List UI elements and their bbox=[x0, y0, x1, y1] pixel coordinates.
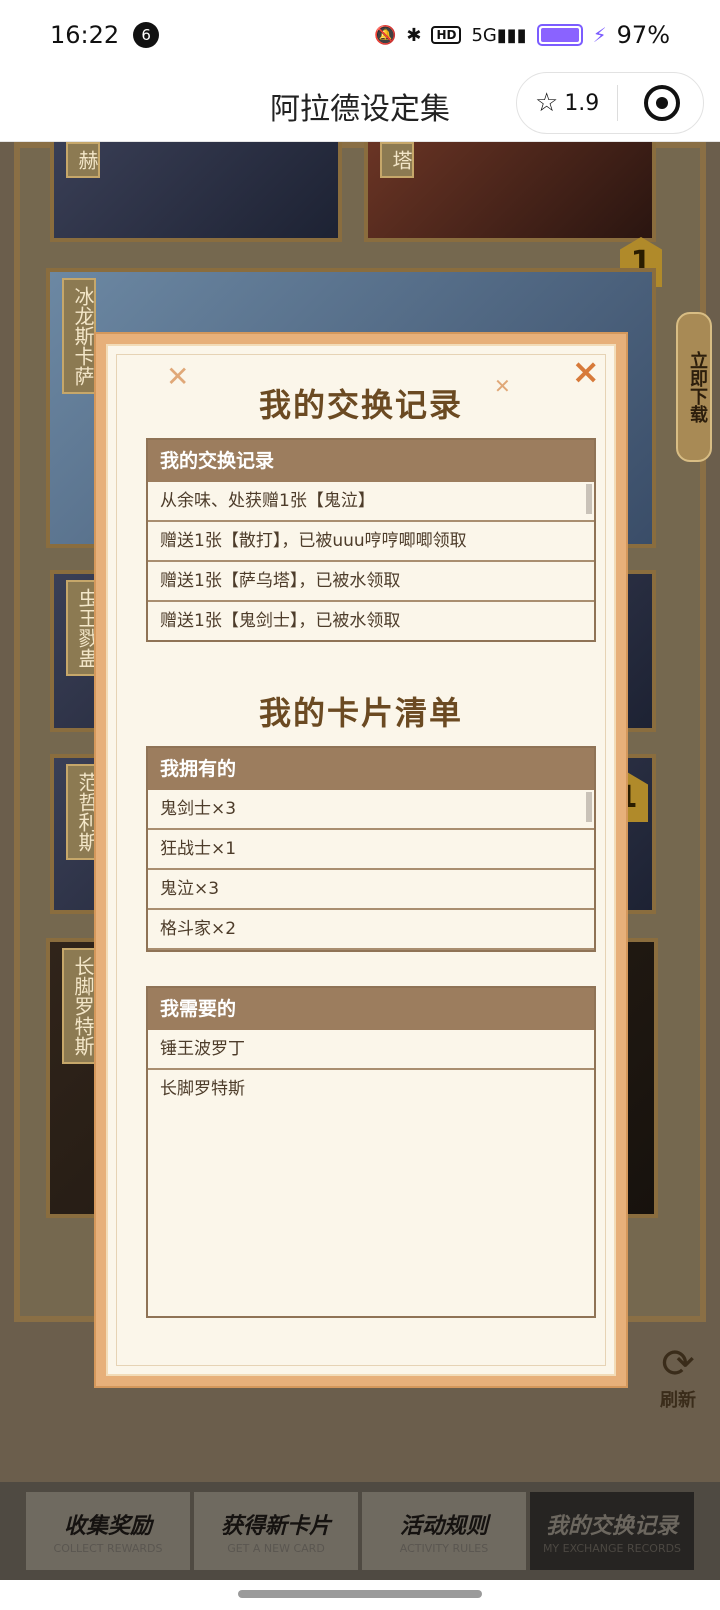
owned-card-row: 格斗家×2 bbox=[148, 910, 594, 950]
modal-content: ✕ ✕ × 我的交换记录 我的交换记录 从余味、处获赠1张【鬼泣】 赠送1张【散… bbox=[106, 344, 616, 1376]
home-indicator[interactable] bbox=[238, 1590, 482, 1598]
owned-card-row: 狂战士×1 bbox=[148, 830, 594, 870]
record-row: 赠送1张【鬼剑士】，已被水领取 bbox=[148, 602, 594, 640]
owned-card-row: 鬼泣×3 bbox=[148, 870, 594, 910]
card-name-label: 冰龙斯卡萨 bbox=[62, 278, 96, 394]
card-name-label: 塔 bbox=[380, 142, 414, 178]
capsule-divider bbox=[617, 85, 619, 121]
needed-cards-panel[interactable]: 我需要的 锤王波罗丁 长脚罗特斯 bbox=[146, 986, 596, 1318]
charging-icon: ⚡ bbox=[592, 23, 607, 47]
nav-sublabel: ACTIVITY RULES bbox=[399, 1541, 489, 1555]
owned-card-row: 鬼剑士×3 bbox=[148, 790, 594, 830]
refresh-label: 刷新 bbox=[660, 1390, 696, 1411]
mute-bell-icon: 🔕 bbox=[373, 24, 397, 46]
collect-rewards-button[interactable]: 收集奖励 COLLECT REWARDS bbox=[26, 1492, 190, 1570]
card-1[interactable]: 赫 bbox=[50, 142, 342, 242]
owned-panel-header: 我拥有的 bbox=[148, 748, 594, 790]
battery-percent: 97% bbox=[616, 21, 670, 49]
clock: 16:22 bbox=[50, 21, 120, 49]
needed-card-row: 长脚罗特斯 bbox=[160, 1079, 245, 1099]
hd-icon: HD bbox=[431, 26, 462, 44]
get-new-card-button[interactable]: 获得新卡片 GET A NEW CARD bbox=[194, 1492, 358, 1570]
nav-sublabel: MY EXCHANGE RECORDS bbox=[542, 1541, 682, 1555]
nav-label: 我的交换记录 bbox=[545, 1513, 678, 1539]
status-bar: 16:22 6 🔕 ✱ HD 5G▮▮▮ ⚡ 97% bbox=[0, 0, 720, 70]
records-heading: 我的交换记录 bbox=[258, 386, 463, 424]
needed-card-row: 锤王波罗丁 bbox=[148, 1030, 594, 1070]
mini-program-title-bar: 阿拉德设定集 ☆ 1.9 bbox=[0, 70, 720, 142]
close-miniprogram-icon[interactable] bbox=[644, 85, 681, 121]
nav-label: 获得新卡片 bbox=[220, 1513, 331, 1539]
nav-label: 活动规则 bbox=[399, 1513, 488, 1539]
owned-scrollbar[interactable] bbox=[586, 792, 592, 822]
bottom-nav: 收集奖励 COLLECT REWARDS 获得新卡片 GET A NEW CAR… bbox=[0, 1482, 720, 1580]
refresh-button[interactable]: ⟳ 刷新 bbox=[648, 1342, 708, 1412]
home-indicator-bar bbox=[0, 1580, 720, 1610]
battery-icon bbox=[536, 24, 583, 46]
records-panel-header: 我的交换记录 bbox=[148, 440, 594, 482]
star-rating-icon[interactable]: ☆ bbox=[535, 88, 558, 118]
record-row: 从余味、处获赠1张【鬼泣】 bbox=[148, 482, 594, 522]
owned-cards-panel[interactable]: 我拥有的 鬼剑士×3 狂战士×1 鬼泣×3 格斗家×2 bbox=[146, 746, 596, 952]
record-row: 赠送1张【散打】，已被uuu哼哼唧唧领取 bbox=[148, 522, 594, 562]
signal-5g-icon: 5G▮▮▮ bbox=[471, 24, 527, 46]
status-icons: 🔕 ✱ HD 5G▮▮▮ ⚡ 97% bbox=[374, 21, 670, 49]
exchange-records-modal: ✕ ✕ × 我的交换记录 我的交换记录 从余味、处获赠1张【鬼泣】 赠送1张【散… bbox=[94, 332, 628, 1388]
download-now-button[interactable]: 立即下载 bbox=[676, 312, 712, 462]
nav-sublabel: COLLECT REWARDS bbox=[53, 1541, 163, 1555]
rating-value: 1.9 bbox=[564, 90, 600, 116]
bluetooth-icon: ✱ bbox=[406, 24, 422, 46]
needed-panel-header: 我需要的 bbox=[148, 988, 594, 1030]
nav-label: 收集奖励 bbox=[63, 1513, 152, 1539]
my-exchange-records-button[interactable]: 我的交换记录 MY EXCHANGE RECORDS bbox=[530, 1492, 694, 1570]
activity-rules-button[interactable]: 活动规则 ACTIVITY RULES bbox=[362, 1492, 526, 1570]
cards-heading: 我的卡片清单 bbox=[258, 694, 463, 732]
card-name-label: 赫 bbox=[66, 142, 100, 178]
nav-sublabel: GET A NEW CARD bbox=[227, 1541, 325, 1555]
card-2[interactable]: 塔 bbox=[364, 142, 656, 242]
record-row: 赠送1张【萨乌塔】，已被水领取 bbox=[148, 562, 594, 602]
card-name-label: 长脚罗特斯 bbox=[62, 948, 96, 1064]
notification-count-badge: 6 bbox=[133, 22, 160, 48]
refresh-icon: ⟳ bbox=[661, 1341, 695, 1387]
capsule-menu: ☆ 1.9 bbox=[516, 72, 704, 134]
network-label: 5G bbox=[471, 24, 497, 46]
records-panel[interactable]: 我的交换记录 从余味、处获赠1张【鬼泣】 赠送1张【散打】，已被uuu哼哼唧唧领… bbox=[146, 438, 596, 642]
records-scrollbar[interactable] bbox=[586, 484, 592, 514]
